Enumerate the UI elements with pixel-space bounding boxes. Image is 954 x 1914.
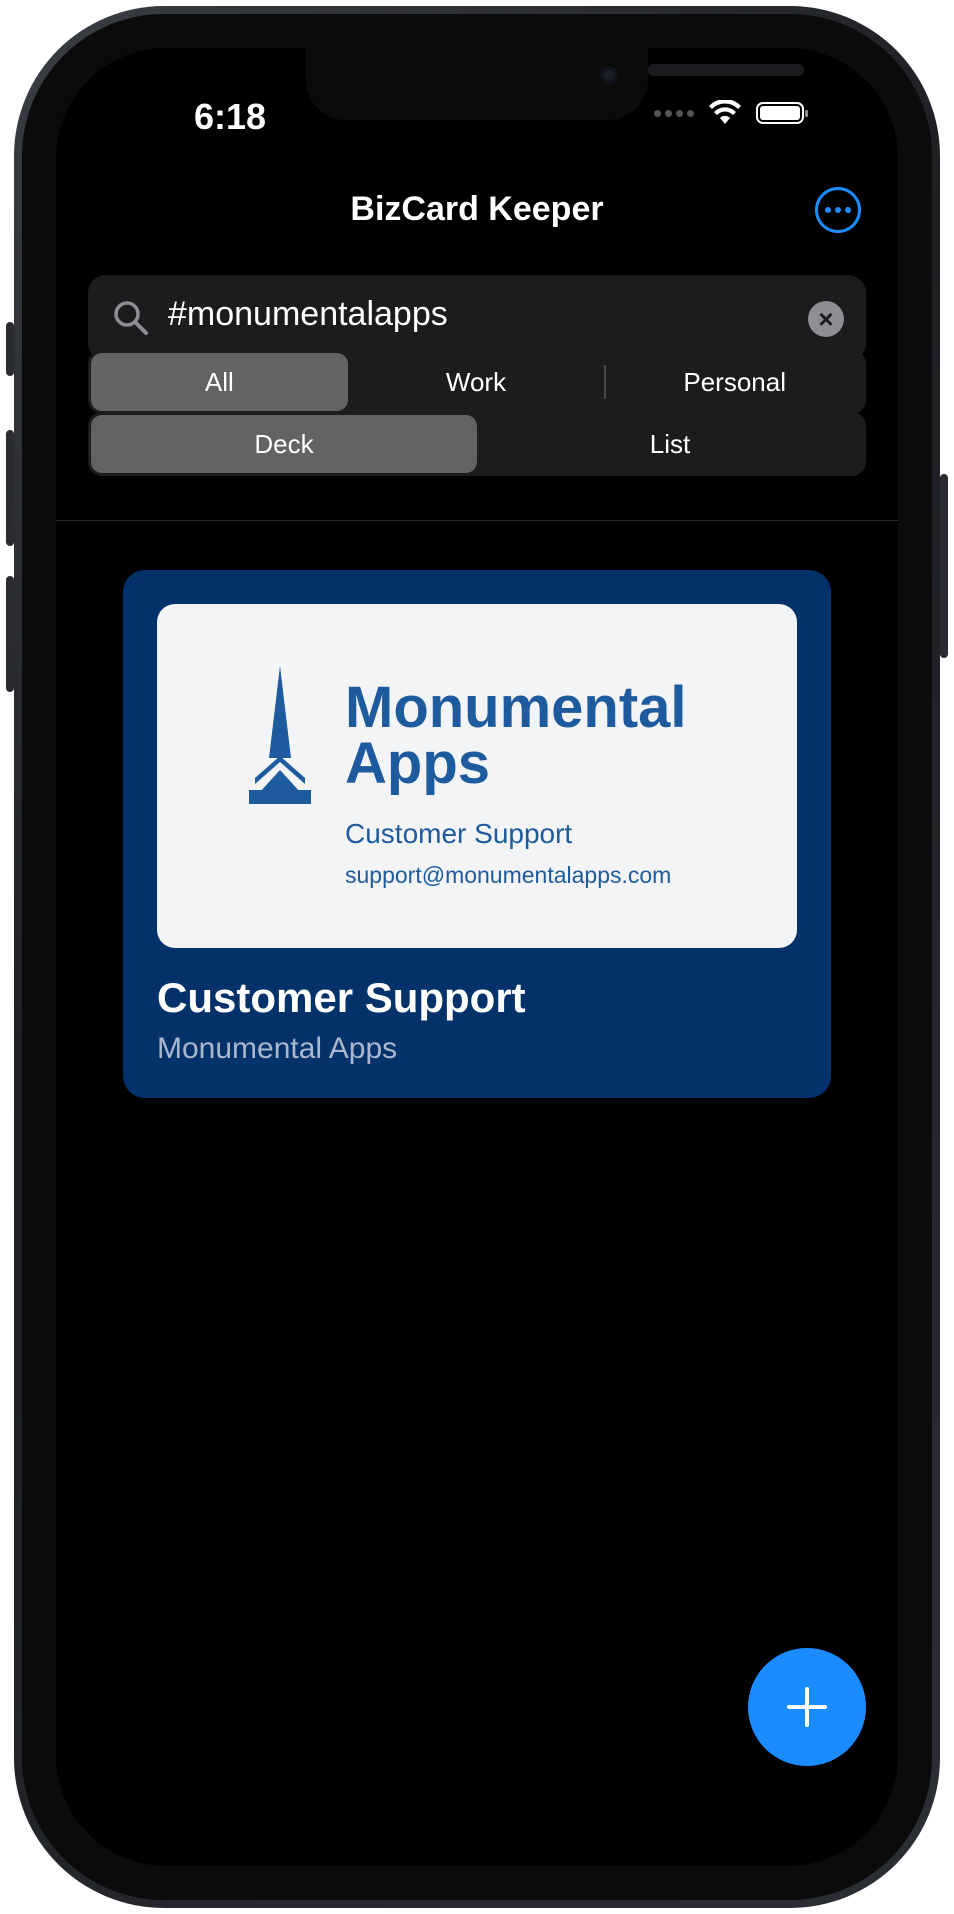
front-camera-icon (600, 66, 618, 84)
business-card[interactable]: Monumental Apps Customer Support support… (123, 570, 831, 1098)
ellipsis-dot (845, 207, 851, 213)
brand-name: Monumental Apps (345, 675, 687, 796)
search-icon (114, 301, 148, 335)
brand-line-1: Monumental (345, 675, 687, 740)
segment-list[interactable]: List (477, 415, 863, 473)
filter-segmented-control: All Work Personal (88, 350, 866, 414)
ellipsis-dot (835, 207, 841, 213)
page-title: BizCard Keeper (350, 190, 604, 228)
card-email: support@monumentalapps.com (345, 862, 672, 888)
divider (56, 520, 898, 521)
segment-personal[interactable]: Personal (606, 353, 863, 411)
view-segmented-control: Deck List (88, 412, 866, 476)
mute-switch (6, 322, 14, 376)
segment-deck[interactable]: Deck (91, 415, 477, 473)
clear-search-icon[interactable]: × (808, 301, 844, 337)
status-icons (654, 100, 808, 126)
power-button (940, 474, 948, 658)
spire-logo-icon (249, 666, 311, 804)
battery-icon (756, 102, 808, 124)
status-time: 6:18 (193, 96, 267, 137)
search-field[interactable]: #monumentalapps × (88, 275, 866, 361)
search-input[interactable]: #monumentalapps (168, 295, 448, 334)
plus-icon (787, 1687, 827, 1727)
wifi-icon (709, 100, 741, 124)
volume-up-button (6, 430, 14, 546)
more-options-button[interactable] (815, 187, 861, 233)
business-card-image: Monumental Apps Customer Support support… (157, 604, 797, 948)
brand-line-2: Apps (345, 731, 490, 796)
segment-all[interactable]: All (91, 353, 348, 411)
add-card-button[interactable] (748, 1648, 866, 1766)
ellipsis-dot (825, 207, 831, 213)
cellular-signal-icon (654, 109, 694, 117)
card-department: Customer Support (345, 818, 573, 849)
volume-down-button (6, 576, 14, 692)
card-subtitle: Monumental Apps (157, 1032, 398, 1065)
screen: 6:18 BizCard Keeper #monumentalapps × Al… (56, 48, 898, 1866)
card-title: Customer Support (157, 974, 526, 1021)
speaker-grille (648, 64, 804, 76)
segment-work[interactable]: Work (348, 353, 605, 411)
notch (306, 48, 804, 120)
